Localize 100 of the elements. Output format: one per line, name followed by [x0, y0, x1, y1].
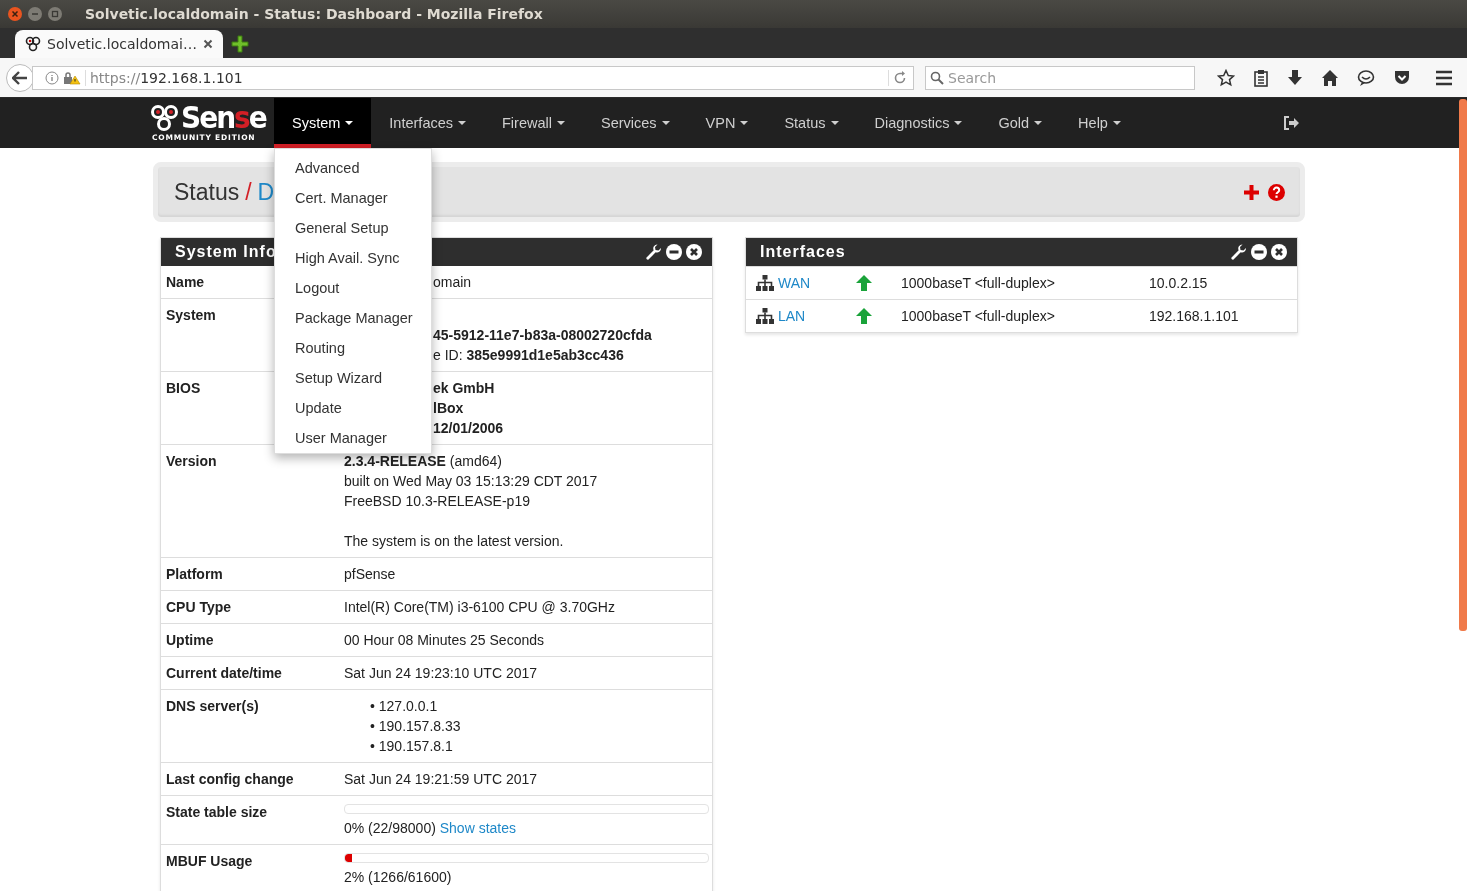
logo-wordmark: Sense: [181, 103, 266, 133]
close-circle-icon[interactable]: [1271, 244, 1287, 260]
interface-link[interactable]: LAN: [778, 308, 806, 324]
usage-reading: 2% (1266/61600): [344, 869, 452, 885]
insecure-lock-icon: [63, 70, 81, 85]
favicon-icon: [25, 36, 41, 52]
back-arrow-icon: [12, 70, 28, 85]
widget-title: System Info: [175, 243, 277, 261]
caret-icon: [830, 121, 839, 125]
usage-reading: 0% (22/98000): [344, 820, 436, 836]
breadcrumb-separator: /: [245, 178, 252, 206]
new-tab-icon[interactable]: [230, 35, 249, 53]
close-icon[interactable]: [202, 39, 213, 49]
pocket-icon[interactable]: [1393, 68, 1411, 87]
minimize-circle-icon[interactable]: [666, 244, 682, 260]
show-states-link[interactable]: Show states: [439, 820, 516, 836]
logout-icon[interactable]: [1283, 116, 1299, 130]
scrollbar-thumb[interactable]: [1459, 99, 1467, 631]
row-value: ek GmbH: [433, 379, 495, 398]
caret-icon: [740, 121, 749, 125]
dns-server-item: • 190.157.8.1: [370, 737, 454, 756]
row-label: State table size: [166, 804, 268, 820]
row-label: Uptime: [166, 632, 214, 648]
row-value: e ID: 385e9991d1e5ab3cc436: [433, 346, 624, 365]
dns-server-item: • 127.0.0.1: [370, 697, 439, 716]
maximize-icon[interactable]: [48, 7, 62, 21]
row-value: 12/01/2006: [433, 419, 504, 438]
row-value: FreeBSD 10.3-RELEASE-p19: [344, 492, 530, 511]
nav-menu-item[interactable]: System: [274, 98, 372, 148]
close-icon[interactable]: [8, 7, 22, 21]
nav-menu-item[interactable]: Services: [582, 98, 688, 148]
dropdown-item[interactable]: High Avail. Sync: [275, 243, 431, 273]
row-value: lBox: [433, 399, 464, 418]
caret-icon: [954, 121, 963, 125]
help-icon[interactable]: [1268, 183, 1285, 201]
back-button[interactable]: [6, 63, 34, 92]
caret-icon: [458, 121, 466, 125]
menu-icon[interactable]: [1435, 69, 1453, 86]
nav-menu-item[interactable]: Interfaces: [371, 98, 484, 148]
nav-menu-item[interactable]: Diagnostics: [856, 98, 981, 148]
row-label: MBUF Usage: [166, 853, 253, 869]
nav-menu-item[interactable]: Help: [1060, 98, 1139, 148]
breadcrumb-section: Status: [174, 178, 240, 206]
home-icon[interactable]: [1321, 68, 1339, 87]
network-icon: [756, 275, 774, 291]
wrench-icon[interactable]: [1230, 243, 1247, 261]
plus-icon[interactable]: [1244, 184, 1259, 200]
row-label: Last config change: [166, 771, 294, 787]
dns-server-item: • 190.157.8.33: [370, 717, 461, 736]
row-label: Name: [166, 274, 205, 290]
reload-icon[interactable]: [893, 70, 907, 85]
reading-list-icon[interactable]: [1253, 68, 1269, 87]
nav-menu-item[interactable]: Gold: [980, 98, 1061, 148]
row-label: System: [166, 307, 216, 323]
dropdown-item[interactable]: Package Manager: [275, 303, 431, 333]
address-bar[interactable]: https://192.168.1.101: [32, 65, 914, 90]
caret-icon: [1034, 121, 1043, 125]
dropdown-item[interactable]: Logout: [275, 273, 431, 303]
browser-tab[interactable]: Solvetic.localdomai…: [15, 30, 223, 58]
dropdown-item[interactable]: Cert. Manager: [275, 183, 431, 213]
dropdown-item[interactable]: General Setup: [275, 213, 431, 243]
nav-menu-item[interactable]: Firewall: [484, 98, 583, 148]
widget-title: Interfaces: [760, 243, 846, 261]
nav-menu-item[interactable]: Status: [766, 98, 857, 148]
row-value: pfSense: [344, 565, 396, 584]
row-value: Intel(R) Core(TM) i3-6100 CPU @ 3.70GHz: [344, 598, 615, 617]
dropdown-item[interactable]: Update: [275, 393, 431, 423]
row-label: DNS server(s): [166, 698, 259, 714]
search-input[interactable]: Search: [948, 69, 1178, 86]
minimize-circle-icon[interactable]: [1251, 244, 1267, 260]
row-value: omain: [433, 273, 472, 292]
dropdown-item[interactable]: Routing: [275, 333, 431, 363]
url-text[interactable]: https://192.168.1.101: [90, 69, 884, 86]
close-circle-icon[interactable]: [686, 244, 702, 260]
star-icon[interactable]: [1217, 68, 1235, 87]
nav-menu-item[interactable]: VPN: [687, 98, 767, 148]
dropdown-item[interactable]: Setup Wizard: [275, 363, 431, 393]
row-label: Platform: [166, 566, 223, 582]
info-icon: [45, 70, 59, 85]
chat-icon[interactable]: [1357, 68, 1375, 87]
caret-icon: [661, 121, 670, 125]
row-label: BIOS: [166, 380, 201, 396]
interface-address: 10.0.2.15: [1149, 275, 1208, 291]
caret-icon: [556, 121, 565, 125]
minimize-icon[interactable]: [28, 7, 42, 21]
search-field[interactable]: Search: [925, 65, 1195, 90]
download-icon[interactable]: [1287, 68, 1303, 87]
interface-media: 1000baseT <full-duplex>: [901, 308, 1056, 324]
version-status-text: The system is on the latest version.: [344, 532, 564, 551]
wrench-icon[interactable]: [645, 243, 662, 261]
search-icon: [930, 70, 944, 85]
dropdown-item[interactable]: Advanced: [275, 153, 431, 183]
row-label: Version: [166, 453, 217, 469]
dropdown-item[interactable]: User Manager: [275, 423, 431, 453]
interface-link[interactable]: WAN: [778, 275, 811, 291]
row-value: 00 Hour 08 Minutes 25 Seconds: [344, 631, 544, 650]
row-value: 2.3.4-RELEASE (amd64): [344, 452, 502, 471]
window-title: Solvetic.localdomain - Status: Dashboard - Mozilla Firefox: [85, 6, 543, 22]
network-icon: [756, 308, 774, 324]
row-value: built on Wed May 03 15:13:29 CDT 2017: [344, 472, 598, 491]
